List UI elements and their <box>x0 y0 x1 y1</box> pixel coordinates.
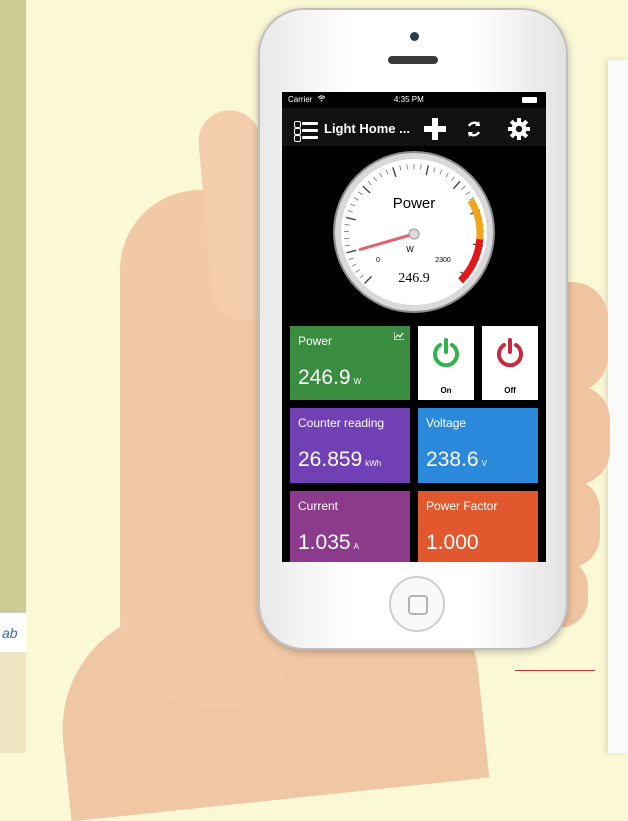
carrier-label: Carrier <box>288 95 326 104</box>
nav-bar: Light Home ... <box>282 108 546 146</box>
status-bar: Carrier 4:35 PM <box>282 92 546 108</box>
gauge-title: Power <box>393 195 436 212</box>
switch-off-button[interactable]: Off <box>482 326 538 400</box>
power-factor-label: Power Factor <box>426 499 497 513</box>
right-panel <box>608 60 628 753</box>
power-factor-tile[interactable]: Power Factor 1.000 <box>418 491 538 562</box>
power-factor-value: 1.000 <box>426 531 479 554</box>
power-tile-unit: W <box>354 377 362 386</box>
current-value: 1.035 <box>298 531 351 554</box>
current-tile[interactable]: Current 1.035A <box>290 491 410 562</box>
power-gauge: Power W 0 2300 246.9 <box>332 150 496 314</box>
switch-on-button[interactable]: On <box>418 326 474 400</box>
camera-icon <box>410 32 419 41</box>
gauge-unit: W <box>406 245 414 254</box>
speaker-grille <box>388 56 438 64</box>
voltage-label: Voltage <box>426 416 466 430</box>
left-tab-label: ab <box>2 625 18 641</box>
home-button[interactable] <box>389 576 445 632</box>
gauge-max-label: 2300 <box>435 257 451 264</box>
app-screen: Carrier 4:35 PM Light Home ... <box>282 92 546 562</box>
wifi-icon <box>317 95 326 102</box>
power-tile-value: 246.9 <box>298 366 351 389</box>
power-tile[interactable]: Power 246.9W <box>290 326 410 400</box>
counter-reading-label: Counter reading <box>298 416 384 430</box>
left-sidebar-strip <box>0 0 26 612</box>
battery-icon <box>522 97 537 103</box>
left-tab[interactable]: ab <box>0 612 26 653</box>
voltage-unit: V <box>482 459 487 468</box>
voltage-value: 238.6 <box>426 448 479 471</box>
divider-line <box>515 670 595 671</box>
switch-on-label: On <box>418 386 474 395</box>
counter-reading-unit: kWh <box>365 459 381 468</box>
voltage-tile[interactable]: Voltage 238.6V <box>418 408 538 483</box>
current-unit: A <box>354 542 359 551</box>
counter-reading-value: 26.859 <box>298 448 362 471</box>
plus-icon[interactable] <box>424 118 446 140</box>
home-square-icon <box>408 595 428 615</box>
power-on-icon <box>431 338 461 368</box>
power-tile-label: Power <box>298 334 332 348</box>
power-off-icon <box>495 338 525 368</box>
counter-reading-tile[interactable]: Counter reading 26.859kWh <box>290 408 410 483</box>
gear-icon[interactable] <box>508 118 530 140</box>
sync-icon[interactable] <box>465 120 483 138</box>
switch-off-label: Off <box>482 386 538 395</box>
current-label: Current <box>298 499 338 513</box>
left-bottom-panel <box>0 652 26 753</box>
gauge-min-label: 0 <box>376 257 380 264</box>
nav-title: Light Home ... <box>324 121 410 136</box>
gauge-value: 246.9 <box>398 271 430 286</box>
list-menu-icon[interactable] <box>294 120 318 142</box>
phone: Carrier 4:35 PM Light Home ... <box>258 8 568 650</box>
status-time: 4:35 PM <box>394 95 424 104</box>
chart-icon[interactable] <box>394 332 404 340</box>
